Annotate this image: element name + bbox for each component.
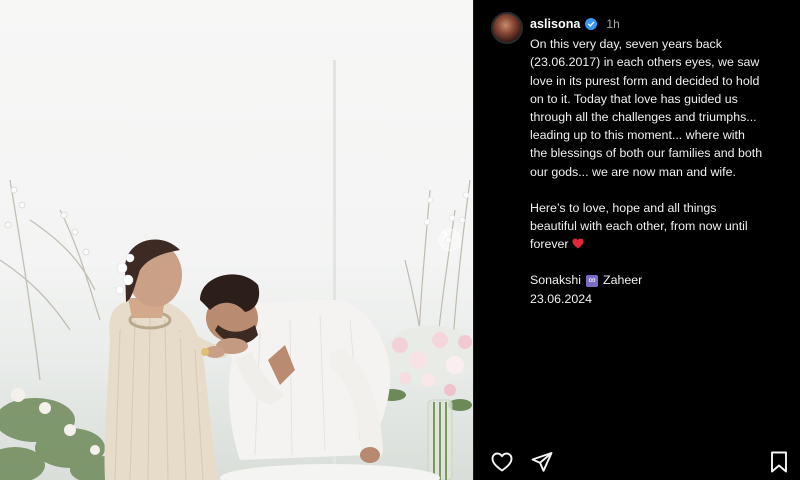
post-time[interactable]: 1h	[606, 15, 619, 33]
caption-paragraph-2: Here’s to love, hope and all things beau…	[530, 199, 796, 254]
caption-line: our gods... we are now man and wife.	[530, 164, 736, 179]
caption-line-text: forever	[530, 237, 569, 252]
post-caption: aslisona 1h On this very day, seven year…	[530, 15, 796, 326]
caption-signature: Sonakshi ∞ Zaheer 23.06.2024	[530, 271, 796, 307]
caption-paragraph-1: On this very day, seven years back (23.0…	[530, 35, 796, 181]
heart-icon	[491, 452, 513, 472]
post-photo[interactable]	[0, 0, 473, 480]
caption-line-last: forever	[530, 235, 796, 253]
share-button[interactable]	[530, 450, 554, 479]
avatar[interactable]	[491, 12, 523, 44]
send-icon	[531, 452, 553, 472]
like-button[interactable]	[490, 450, 514, 479]
carousel-next-button[interactable]	[439, 229, 461, 251]
caption-line: (23.06.2017) in each others eyes, we saw	[530, 55, 760, 70]
post-header	[491, 12, 523, 44]
caption-line: love in its purest form and decided to h…	[530, 73, 760, 88]
caption-line: through all the challenges and triumphs.…	[530, 110, 757, 125]
caption-line: on to it. Today that love has guided us	[530, 91, 738, 106]
save-button[interactable]	[768, 450, 790, 479]
signature-names: Sonakshi ∞ Zaheer	[530, 271, 796, 289]
caption-line: the blessings of both our families and b…	[530, 146, 763, 161]
caption-line: Here’s to love, hope and all things	[530, 200, 717, 215]
username-link[interactable]: aslisona	[530, 15, 580, 33]
caption-user-line: aslisona 1h	[530, 15, 796, 33]
signature-name-1: Sonakshi	[530, 273, 581, 288]
infinity-emoji: ∞	[586, 275, 598, 288]
chevron-right-icon	[442, 230, 449, 240]
red-heart-emoji	[572, 237, 584, 251]
caption-line: On this very day, seven years back	[530, 37, 722, 52]
post-actions-bar	[490, 450, 790, 474]
caption-line: beautiful with each other, from now unti…	[530, 219, 748, 234]
caption-line: leading up to this moment... where with	[530, 128, 745, 143]
wedding-photo-illustration	[0, 60, 473, 480]
bookmark-icon	[771, 451, 787, 473]
post-side-panel: aslisona 1h On this very day, seven year…	[473, 0, 800, 480]
verified-badge-icon	[585, 18, 598, 31]
signature-date: 23.06.2024	[530, 291, 593, 306]
signature-name-2: Zaheer	[603, 273, 643, 288]
